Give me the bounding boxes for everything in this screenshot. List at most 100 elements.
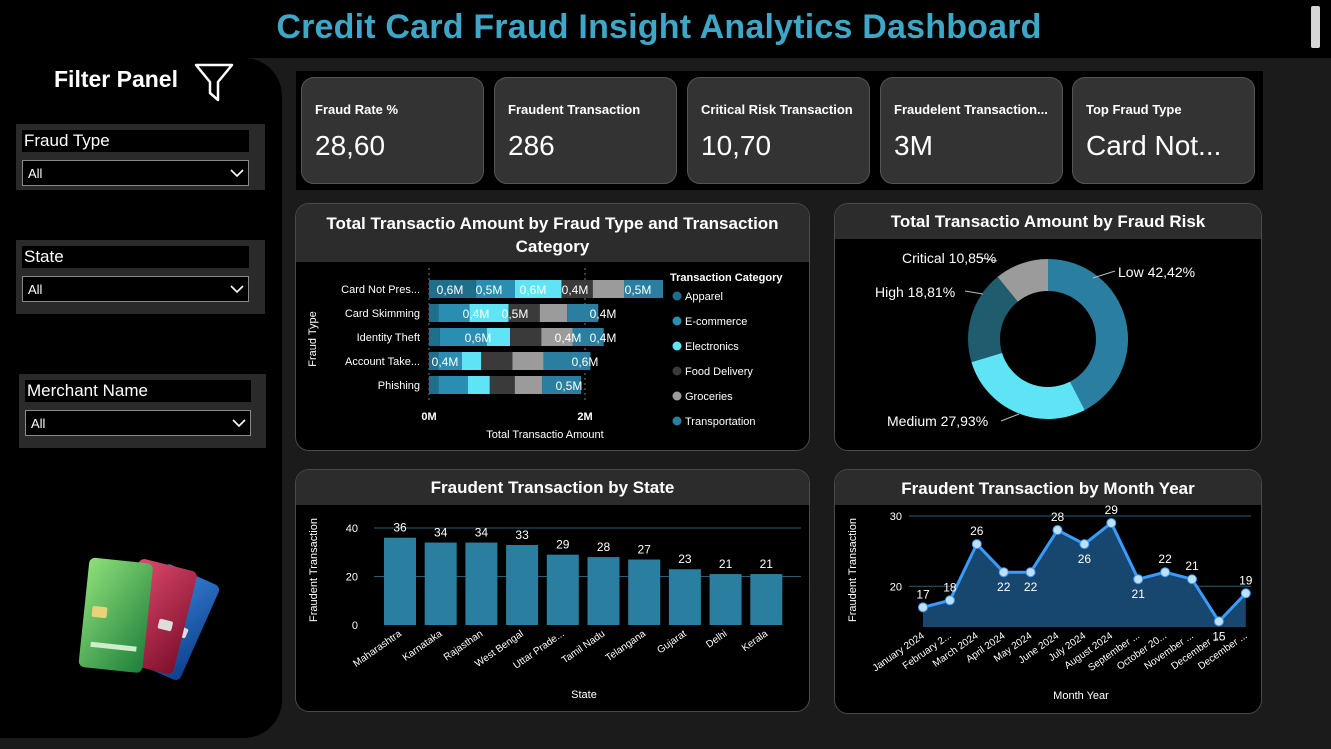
data-label: 21 <box>719 557 733 571</box>
kpi-value: 28,60 <box>315 130 386 161</box>
category-label: Identity Theft <box>357 332 420 344</box>
segment-label: 0,6M <box>572 355 599 369</box>
y-tick-label: 20 <box>890 581 902 593</box>
y-tick-label: 20 <box>346 572 358 584</box>
data-point <box>1052 525 1063 536</box>
legend-label: Apparel <box>685 291 723 303</box>
segment-label: 0,4M <box>590 331 617 345</box>
kpi-value: 286 <box>508 130 555 161</box>
segment-label: 0,5M <box>476 283 503 297</box>
data-label: 22 <box>1158 552 1172 566</box>
y-axis-label: Fraudent Transaction <box>847 518 859 622</box>
category-label: Phishing <box>378 380 420 392</box>
data-label: 19 <box>1239 573 1253 587</box>
legend-label: Transportation <box>685 416 756 428</box>
leader-line <box>964 290 984 295</box>
segment-label: 0,4M <box>555 331 582 345</box>
dropdown-value: All <box>28 166 43 181</box>
scrollbar-thumb[interactable] <box>1311 6 1320 48</box>
legend-marker <box>672 341 682 351</box>
bar-segment-electronics <box>461 352 482 370</box>
data-label: 17 <box>916 587 930 601</box>
data-point <box>1213 616 1224 627</box>
kpi-label: Fraudent Transaction <box>508 102 641 117</box>
bar-segment-food-delivery <box>481 352 513 370</box>
segment-label: 0,4M <box>562 283 589 297</box>
data-label: 36 <box>393 521 407 535</box>
data-label: 27 <box>638 543 652 557</box>
bar-segment-groceries <box>512 352 544 370</box>
state-bar-card: Fraudent Transaction by State Fraudent T… <box>295 469 810 712</box>
kpi-label: Top Fraud Type <box>1086 102 1182 117</box>
donut-slice-medium <box>971 352 1085 420</box>
data-label: 34 <box>475 526 489 540</box>
data-point <box>1025 567 1036 578</box>
state-bar <box>668 569 701 625</box>
dashboard-title: Credit Card Fraud Insight Analytics Dash… <box>276 8 1042 46</box>
segment-label: 0,4M <box>463 307 490 321</box>
legend-label: Groceries <box>685 391 733 403</box>
data-label: 21 <box>1185 559 1199 573</box>
kpi-value: 10,70 <box>701 130 772 161</box>
category-label: Account Take... <box>345 356 420 368</box>
donut-label-low: Low 42,42% <box>1118 264 1195 280</box>
state-bar-chart: Fraudent Transaction State 0 20 40 36 Mahar… <box>308 518 801 701</box>
data-point <box>1187 574 1197 585</box>
credit-cards-illustration <box>78 557 220 681</box>
kpi-label: Fraud Rate % <box>315 102 399 117</box>
fraud-type-dropdown[interactable]: All <box>22 160 249 186</box>
data-label: 21 <box>760 557 774 571</box>
data-label: 23 <box>678 552 692 566</box>
x-tick-2m: 2M <box>577 411 592 423</box>
filter-panel-title: Filter Panel <box>54 66 178 92</box>
state-bar <box>587 557 620 625</box>
x-tick-label: Tamil Nadu <box>560 628 607 666</box>
kpi-top-fraud-type: Top Fraud Type Card Not... <box>1072 77 1255 184</box>
slicer-label: Fraud Type <box>22 130 249 152</box>
segment-label: 0,4M <box>590 307 617 321</box>
kpi-fraudelent-amount: Fraudelent Transaction... 3M <box>880 77 1063 184</box>
legend-marker <box>672 391 682 401</box>
x-tick-label: Telangana <box>604 628 648 664</box>
leader-line <box>1000 413 1020 422</box>
dropdown-value: All <box>28 282 43 297</box>
x-tick-label: Karnataka <box>401 628 445 663</box>
data-point <box>971 539 982 550</box>
category-label: Card Not Pres... <box>341 284 420 296</box>
data-label: 26 <box>970 524 984 538</box>
bar-segment-e-commerce <box>438 376 468 394</box>
state-dropdown[interactable]: All <box>22 276 249 302</box>
chevron-down-icon <box>230 285 244 294</box>
data-label: 28 <box>597 540 611 554</box>
state-bar <box>546 554 579 625</box>
slicer-label: Merchant Name <box>25 380 251 402</box>
y-axis-label: Fraudent Transaction <box>308 518 320 622</box>
state-bar <box>465 542 498 625</box>
kpi-label: Critical Risk Transaction <box>701 102 853 117</box>
data-label: 28 <box>1051 510 1065 524</box>
slicer-label: State <box>22 246 249 268</box>
segment-label: 0,4M <box>432 355 459 369</box>
data-label: 29 <box>556 538 570 552</box>
merchant-name-dropdown[interactable]: All <box>25 410 251 436</box>
data-point <box>1160 567 1171 578</box>
legend-label: Food Delivery <box>685 366 753 378</box>
bar-segment-apparel <box>429 376 439 394</box>
data-label: 34 <box>434 526 448 540</box>
month-line-card: Fraudent Transaction by Month Year Fraud… <box>834 469 1262 714</box>
dropdown-value: All <box>31 416 46 431</box>
data-label: 33 <box>515 528 529 542</box>
y-tick-label: 30 <box>890 511 902 523</box>
stacked-bar-chart: Fraud Type Total Transactio Amount 0M 2M… <box>307 268 783 441</box>
legend-marker <box>672 366 682 376</box>
kpi-value: 3M <box>894 130 933 161</box>
x-axis-label: Total Transactio Amount <box>486 429 603 441</box>
state-bar <box>506 544 539 625</box>
chevron-down-icon <box>230 169 244 178</box>
segment-label: 0,5M <box>556 379 583 393</box>
donut-chart: Low 42,42% Medium 27,93% High 18,81% Cri… <box>875 250 1195 429</box>
data-label: 21 <box>1132 587 1146 601</box>
x-tick-label: Maharashtra <box>351 628 404 669</box>
data-label: 18 <box>943 580 957 594</box>
chevron-down-icon <box>232 419 246 428</box>
